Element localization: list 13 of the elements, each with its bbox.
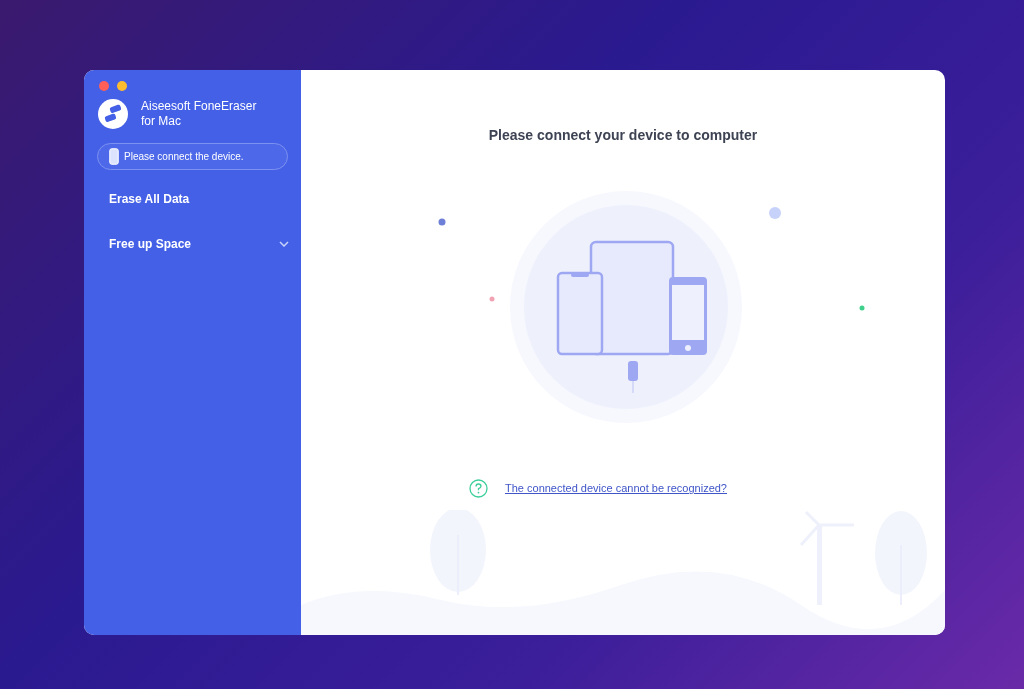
app-name: Aiseesoft FoneEraser [141, 99, 257, 114]
sidebar-item[interactable]: Erase All Data [84, 188, 301, 210]
chevron-icon [279, 241, 289, 247]
device-status-text: Please connect the device. [124, 150, 244, 164]
app-logo-icon [98, 99, 128, 129]
phone-icon [109, 148, 119, 165]
help-link[interactable]: The connected device cannot be recognized? [505, 480, 727, 497]
close-window-button[interactable] [99, 81, 109, 91]
app-subtitle: for Mac [141, 114, 182, 129]
connect-title: Please connect your device to computer [488, 126, 758, 145]
sidebar-item[interactable]: Free up Space [84, 233, 301, 255]
minimize-window-button[interactable] [117, 81, 127, 91]
help-icon [469, 479, 488, 498]
